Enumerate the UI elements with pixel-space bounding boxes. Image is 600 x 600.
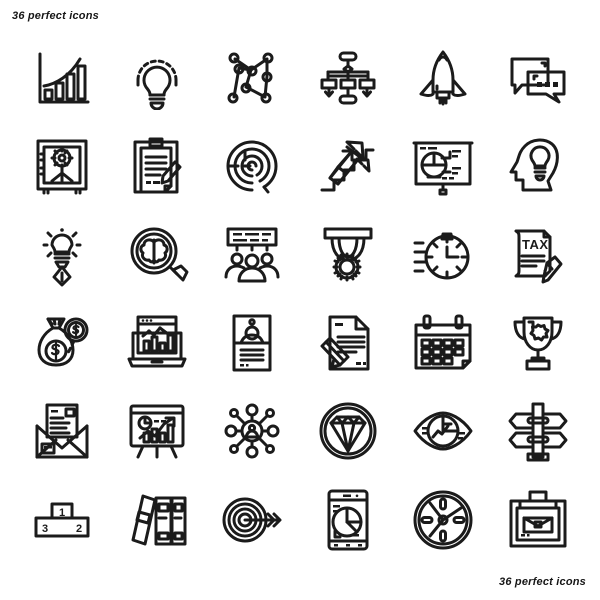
icon-cell-node-network[interactable] [205,34,300,122]
icon-grid: TAX 1 2 3 [14,34,586,564]
icon-cell-medal-ribbon[interactable] [300,211,395,299]
icon-cell-lightbulb-rays[interactable] [109,34,204,122]
safe-vault-icon [30,134,94,198]
icon-cell-archive-binders[interactable] [109,476,204,564]
icon-cell-document-pencil[interactable] [300,299,395,387]
icon-cell-team-board[interactable] [205,211,300,299]
icon-cell-stairs-arrows[interactable] [300,122,395,210]
icon-cell-clipboard-contract[interactable] [109,122,204,210]
rocket-launch-icon [411,46,475,110]
icon-cell-target-arrow[interactable] [205,476,300,564]
icon-cell-briefcase-case[interactable] [491,476,586,564]
icon-cell-brain-magnifier[interactable] [109,211,204,299]
page-title-top: 36 perfect icons [12,10,99,22]
icon-cell-network-hub-person[interactable] [205,387,300,475]
winner-podium-icon: 1 2 3 [30,488,94,552]
briefcase-case-icon [506,488,570,552]
flowchart-hierarchy-icon [316,46,380,110]
icon-cell-presentation-pie[interactable] [395,122,490,210]
icon-cell-stopwatch-speed[interactable] [395,211,490,299]
laptop-analytics-icon [125,311,189,375]
presentation-pie-icon [411,134,475,198]
icon-cell-presentation-growth[interactable] [109,387,204,475]
head-lightbulb-icon [506,134,570,198]
icon-cell-envelope-letter[interactable] [14,387,109,475]
id-card-profile-icon [220,311,284,375]
growth-bar-chart-icon [30,46,94,110]
lightbulb-rays-icon [125,46,189,110]
icon-cell-chat-bubbles[interactable] [491,34,586,122]
team-board-icon [220,223,284,287]
stopwatch-speed-icon [411,223,475,287]
tax-document-pencil-icon: TAX [506,223,570,287]
envelope-letter-icon [30,399,94,463]
eye-chart-vision-icon [411,399,475,463]
icon-cell-spiral-maze[interactable] [205,122,300,210]
compass-wheel-icon [411,488,475,552]
icon-cell-laptop-analytics[interactable] [109,299,204,387]
icon-cell-diamond-circle[interactable] [300,387,395,475]
tax-label: TAX [522,237,549,252]
archive-binders-icon [125,488,189,552]
clipboard-contract-icon [125,134,189,198]
icon-cell-tax-document-pencil[interactable]: TAX [491,211,586,299]
diamond-circle-icon [316,399,380,463]
money-bag-coin-icon [30,311,94,375]
stairs-arrows-icon [316,134,380,198]
smartphone-pie-chart-icon [316,488,380,552]
chat-bubbles-icon [506,46,570,110]
icon-cell-calendar[interactable] [395,299,490,387]
podium-second-label: 2 [76,523,82,535]
icon-cell-lightbulb-pen-nib[interactable] [14,211,109,299]
lightbulb-pen-nib-icon [30,228,94,287]
icon-cell-money-bag-coin[interactable] [14,299,109,387]
presentation-growth-icon [125,399,189,463]
icon-cell-growth-bar-chart[interactable] [14,34,109,122]
icon-cell-signpost-direction[interactable] [491,387,586,475]
icon-cell-compass-wheel[interactable] [395,476,490,564]
icon-cell-head-lightbulb[interactable] [491,122,586,210]
icon-cell-id-card-profile[interactable] [205,299,300,387]
node-network-icon [220,46,284,110]
calendar-icon [411,311,475,375]
icon-cell-safe-vault[interactable] [14,122,109,210]
target-arrow-icon [220,488,284,552]
icon-cell-winner-podium[interactable]: 1 2 3 [14,476,109,564]
document-pencil-icon [316,311,380,375]
brain-magnifier-icon [125,223,189,287]
trophy-badge-icon [506,311,570,375]
signpost-direction-icon [506,399,570,463]
icon-cell-eye-chart-vision[interactable] [395,387,490,475]
podium-first-label: 1 [59,507,65,519]
spiral-maze-icon [220,134,284,198]
icon-cell-trophy-badge[interactable] [491,299,586,387]
icon-cell-smartphone-pie-chart[interactable] [300,476,395,564]
network-hub-person-icon [220,399,284,463]
icon-cell-flowchart-hierarchy[interactable] [300,34,395,122]
page-title-bottom: 36 perfect icons [499,576,586,588]
medal-ribbon-icon [316,223,380,287]
podium-third-label: 3 [42,523,48,535]
icon-cell-rocket-launch[interactable] [395,34,490,122]
